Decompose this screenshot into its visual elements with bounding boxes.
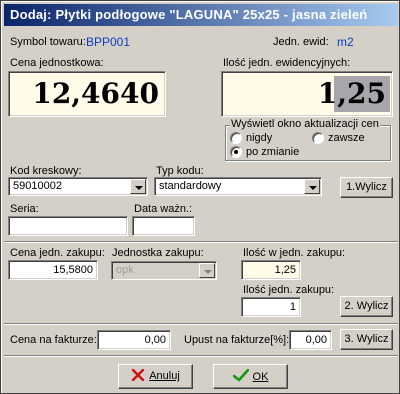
qty-units-label: Ilość jedn. zakupu: <box>243 284 335 296</box>
code-type-value: standardowy <box>159 180 222 192</box>
purchase-price-value: 15,5800 <box>53 264 93 276</box>
radio-always[interactable] <box>312 132 324 144</box>
close-icon <box>132 368 145 382</box>
purchase-unit-dropdown-button[interactable] <box>199 263 215 278</box>
qty-in-unit-label: Ilość w jedn. zakupu: <box>243 247 346 259</box>
invoice-discount-input[interactable]: 0,00 <box>289 330 332 350</box>
qty-value: 1,25 <box>317 77 386 110</box>
code-type-label: Typ kodu: <box>156 165 204 177</box>
qty-in-unit-input[interactable]: 1,25 <box>241 260 301 280</box>
title-bar[interactable]: Dodaj: Płytki podłogowe "LAGUNA" 25x25 -… <box>4 4 398 26</box>
expiry-input[interactable] <box>132 216 195 236</box>
checkmark-icon <box>232 368 249 382</box>
purchase-price-input[interactable]: 15,5800 <box>8 260 98 280</box>
radio-on-change[interactable] <box>230 146 242 158</box>
ok-label: OK <box>252 371 269 383</box>
radio-always-label[interactable]: zawsze <box>328 132 365 144</box>
purchase-unit-label: Jednostka zakupu: <box>112 247 204 259</box>
purchase-unit-value: opk <box>116 264 134 276</box>
invoice-discount-label: Upust na fakturze[%]: <box>184 334 290 346</box>
invoice-discount-value: 0,00 <box>305 334 327 346</box>
cancel-label: Anuluj <box>149 370 180 382</box>
unit-price-value: 12,4640 <box>32 77 159 110</box>
chevron-down-icon <box>204 270 212 274</box>
code-type-select[interactable]: standardowy <box>154 177 322 196</box>
series-label: Seria: <box>10 203 39 215</box>
dialog-window: Dodaj: Płytki podłogowe "LAGUNA" 25x25 -… <box>0 0 400 394</box>
symbol-value: BPP001 <box>86 35 131 49</box>
qty-in-unit-value: 1,25 <box>274 264 296 276</box>
calc-3-button[interactable]: 3. Wylicz <box>340 329 393 350</box>
unit-value: m2 <box>337 35 354 49</box>
invoice-price-value: 0,00 <box>144 334 166 346</box>
invoice-price-input[interactable]: 0,00 <box>97 330 171 350</box>
chevron-down-icon <box>309 186 317 190</box>
barcode-combo[interactable]: 59010002 <box>8 177 148 196</box>
symbol-label: Symbol towaru: <box>10 36 86 48</box>
calc-1-button[interactable]: 1.Wylicz <box>340 177 393 198</box>
update-window-legend: Wyświetl okno aktualizacji cen <box>230 118 380 130</box>
unit-price-label: Cena jednostkowa: <box>10 57 104 69</box>
series-input[interactable] <box>8 216 128 236</box>
unit-label: Jedn. ewid: <box>273 36 329 48</box>
separator-3 <box>4 355 398 357</box>
window-title: Dodaj: Płytki podłogowe "LAGUNA" 25x25 -… <box>10 7 368 22</box>
qty-field[interactable]: 1,25 <box>221 71 393 117</box>
purchase-price-label: Cena jedn. zakupu: <box>10 247 105 259</box>
unit-price-field[interactable]: 12,4640 <box>8 71 166 117</box>
radio-never[interactable] <box>230 132 242 144</box>
qty-units-value: 1 <box>289 301 296 313</box>
expiry-label: Data ważn.: <box>134 203 193 215</box>
radio-never-label[interactable]: nigdy <box>246 132 272 144</box>
barcode-dropdown-button[interactable] <box>130 179 146 194</box>
ok-button[interactable]: OK <box>213 364 288 389</box>
barcode-label: Kod kreskowy: <box>10 165 82 177</box>
cancel-button[interactable]: Anuluj <box>118 364 193 389</box>
radio-on-change-label[interactable]: po zmianie <box>246 146 299 158</box>
calc-2-button[interactable]: 2. Wylicz <box>340 296 393 317</box>
chevron-down-icon <box>135 186 143 190</box>
separator-2 <box>4 323 398 325</box>
purchase-unit-select[interactable]: opk <box>111 261 217 280</box>
separator-1 <box>4 241 398 243</box>
qty-units-input[interactable]: 1 <box>241 297 301 317</box>
code-type-dropdown-button[interactable] <box>304 179 320 194</box>
qty-label: Ilość jedn. ewidencyjnych: <box>223 57 351 69</box>
invoice-price-label: Cena na fakturze: <box>10 334 97 346</box>
radio-selected-dot <box>234 150 238 154</box>
barcode-value: 59010002 <box>13 180 62 192</box>
